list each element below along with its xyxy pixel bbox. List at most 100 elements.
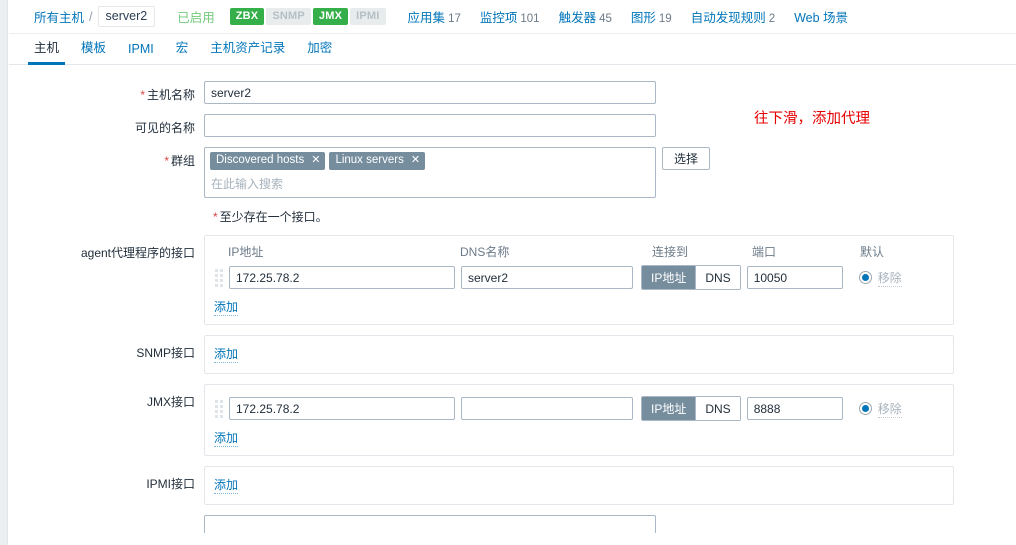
agent-remove-link[interactable]: 移除 — [877, 269, 902, 287]
tab-host[interactable]: 主机 — [23, 37, 70, 65]
ipmi-add-link[interactable]: 添加 — [214, 476, 239, 494]
tab-templates[interactable]: 模板 — [70, 37, 117, 64]
agent-connect-to-ip[interactable]: IP地址 — [642, 266, 696, 289]
required-asterisk-interfaces: * — [213, 210, 218, 224]
badge-ipmi[interactable]: IPMI — [350, 8, 386, 25]
agent-connect-to-dns[interactable]: DNS — [695, 266, 740, 289]
agent-default-radio[interactable] — [858, 271, 872, 284]
header-link-discovery-rules[interactable]: 自动发现规则 2 — [691, 7, 775, 26]
drag-handle-icon[interactable] — [214, 397, 229, 420]
groups-label: * 群组 — [9, 147, 204, 169]
tab-inventory[interactable]: 主机资产记录 — [199, 37, 296, 64]
groups-label-text: 群组 — [170, 154, 195, 168]
snmp-interface-label: SNMP接口 — [136, 346, 195, 360]
clipped-row-input[interactable] — [204, 515, 656, 533]
header-link-graphs[interactable]: 图形 19 — [631, 7, 672, 26]
group-chip-linux-servers-label: Linux servers — [335, 154, 404, 166]
group-chip-discovered-hosts: Discovered hosts ✕ — [210, 152, 326, 170]
jmx-connect-to-dns[interactable]: DNS — [695, 397, 740, 420]
header-link-items-count: 101 — [520, 13, 540, 25]
visible-name-input[interactable] — [204, 114, 656, 137]
host-form: 往下滑，添加代理 *主机名称 可见的名称 *群组 Discovered host… — [9, 65, 1016, 533]
agent-connect-to-toggle: IP地址 DNS — [641, 265, 741, 290]
jmx-interface-panel: IP地址 DNS 移除 添加 — [204, 384, 954, 456]
group-chip-discovered-hosts-label: Discovered hosts — [216, 154, 305, 166]
badge-zbx[interactable]: ZBX — [229, 8, 265, 25]
agent-dns-input[interactable] — [461, 266, 633, 289]
jmx-remove-link[interactable]: 移除 — [877, 400, 902, 418]
header-link-applications-count: 17 — [448, 13, 461, 25]
jmx-default-cell: 移除 — [858, 400, 902, 418]
select-groups-button[interactable]: 选择 — [662, 147, 710, 170]
tab-encryption[interactable]: 加密 — [296, 37, 343, 64]
form-row-clipped — [9, 515, 1016, 533]
agent-interface-row: IP地址 DNS 移除 — [214, 265, 944, 290]
interfaces-note-text: 至少存在一个接口。 — [219, 210, 328, 224]
jmx-connect-to-toggle: IP地址 DNS — [641, 396, 741, 421]
header-link-discovery-rules-count: 2 — [768, 13, 776, 25]
drag-handle-icon[interactable] — [214, 266, 229, 289]
interface-badges: ZBX SNMP JMX IPMI — [229, 8, 386, 25]
groups-search-input[interactable]: 在此输入搜索 — [210, 175, 650, 192]
visible-name-label-text: 可见的名称 — [134, 121, 195, 135]
form-row-groups: * 群组 Discovered hosts ✕ Linux servers ✕ 在… — [9, 147, 1016, 198]
remove-chip-icon[interactable]: ✕ — [311, 155, 320, 166]
breadcrumb-separator: / — [89, 9, 93, 24]
left-rail — [0, 0, 8, 545]
host-name-input[interactable] — [204, 81, 656, 104]
clipped-row-label — [9, 515, 204, 525]
agent-default-cell: 移除 — [858, 269, 902, 287]
jmx-dns-input[interactable] — [461, 397, 633, 420]
header-link-triggers-label: 触发器 — [558, 11, 597, 25]
jmx-interface-label: JMX接口 — [146, 395, 195, 409]
header-link-items-label: 监控项 — [479, 11, 518, 25]
jmx-ip-input[interactable] — [229, 397, 455, 420]
header-link-triggers-count: 45 — [599, 13, 612, 25]
agent-interface-panel: IP地址 DNS名称 连接到 端口 默认 IP地址 DNS — [204, 235, 954, 325]
host-configuration-page: 所有主机 / server2 已启用 ZBX SNMP JMX IPMI 应用集… — [9, 0, 1016, 545]
header-links: 应用集 17 监控项 101 触发器 45 图形 19 自动发现规则 2 Web 场景 — [408, 7, 849, 26]
header-link-graphs-label: 图形 — [630, 11, 656, 25]
agent-ip-input[interactable] — [229, 266, 455, 289]
tab-macros[interactable]: 宏 — [165, 37, 200, 64]
header-link-web-scenarios-label: Web 场景 — [794, 11, 849, 25]
snmp-add-link[interactable]: 添加 — [214, 345, 239, 363]
badge-jmx[interactable]: JMX — [312, 8, 349, 25]
jmx-add-link[interactable]: 添加 — [214, 429, 239, 447]
host-status-label[interactable]: 已启用 — [177, 7, 215, 26]
host-name-label: * 主机名称 — [9, 81, 204, 103]
agent-port-input[interactable] — [746, 266, 843, 289]
form-row-ipmi-interface: IPMI接口 添加 — [9, 466, 1016, 505]
agent-interface-label: agent代理程序的接口 — [80, 246, 195, 260]
column-header-default: 默认 — [860, 245, 885, 259]
column-header-port: 端口 — [752, 245, 777, 259]
groups-chip-list: Discovered hosts ✕ Linux servers ✕ — [210, 152, 650, 170]
snmp-interface-panel: 添加 — [204, 335, 954, 374]
badge-snmp[interactable]: SNMP — [266, 8, 311, 25]
form-row-snmp-interface: SNMP接口 添加 — [9, 335, 1016, 374]
jmx-interface-row: IP地址 DNS 移除 — [214, 396, 944, 421]
column-header-connect-to: 连接到 — [652, 245, 689, 259]
remove-chip-icon[interactable]: ✕ — [411, 155, 420, 166]
tab-ipmi[interactable]: IPMI — [117, 42, 165, 64]
column-header-ip: IP地址 — [228, 245, 264, 259]
groups-multiselect[interactable]: Discovered hosts ✕ Linux servers ✕ 在此输入搜… — [204, 147, 656, 198]
ipmi-interface-panel: 添加 — [204, 466, 954, 505]
header-link-applications[interactable]: 应用集 17 — [408, 7, 461, 26]
agent-add-link[interactable]: 添加 — [214, 298, 239, 316]
header-link-triggers[interactable]: 触发器 45 — [559, 7, 612, 26]
host-name-label-text: 主机名称 — [146, 88, 195, 102]
breadcrumb-all-hosts[interactable]: 所有主机 — [34, 7, 84, 26]
jmx-connect-to-ip[interactable]: IP地址 — [642, 397, 696, 420]
header-link-items[interactable]: 监控项 101 — [480, 7, 540, 26]
column-header-dns: DNS名称 — [460, 245, 510, 259]
jmx-port-input[interactable] — [746, 397, 843, 420]
header-link-web-scenarios[interactable]: Web 场景 — [794, 7, 848, 26]
tab-bar: 主机 模板 IPMI 宏 主机资产记录 加密 — [9, 34, 1016, 65]
annotation-scroll-down: 往下滑，添加代理 — [754, 111, 870, 127]
form-row-agent-interface: agent代理程序的接口 IP地址 DNS名称 连接到 端口 默认 IP地址 D… — [9, 235, 1016, 325]
ipmi-interface-label: IPMI接口 — [146, 477, 195, 491]
interfaces-note: * 至少存在一个接口。 — [213, 208, 1016, 225]
jmx-default-radio[interactable] — [858, 402, 872, 415]
agent-interface-column-headers: IP地址 DNS名称 连接到 端口 默认 — [214, 243, 944, 260]
